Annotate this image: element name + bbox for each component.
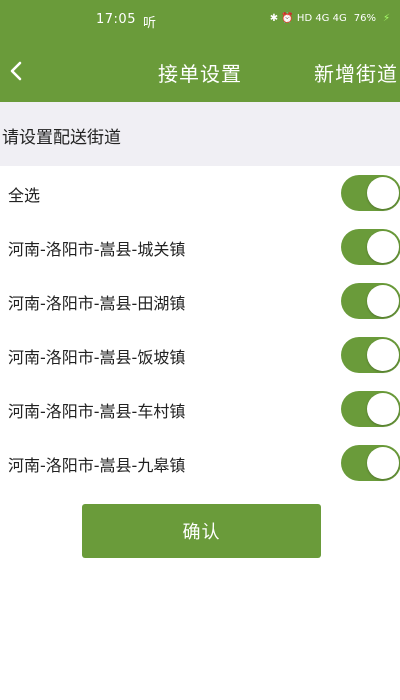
street-list: 全选 河南-洛阳市-嵩县-城关镇 河南-洛阳市-嵩县-田湖镇 河南-洛阳市-嵩县… bbox=[0, 166, 400, 490]
toggle-knob bbox=[367, 339, 399, 371]
toggle-knob bbox=[367, 447, 399, 479]
street-toggle[interactable] bbox=[341, 391, 400, 427]
toggle-knob bbox=[367, 393, 399, 425]
section-header-label: 请设置配送街道 bbox=[2, 128, 121, 148]
nav-bar: 接单设置 新增街道 bbox=[0, 42, 400, 102]
section-header: 请设置配送街道 bbox=[0, 102, 400, 166]
street-label: 河南-洛阳市-嵩县-饭坡镇 bbox=[8, 348, 186, 367]
select-all-row[interactable]: 全选 bbox=[0, 166, 400, 220]
add-street-button[interactable]: 新增街道 bbox=[314, 58, 398, 87]
toggle-knob bbox=[367, 177, 399, 209]
status-icons: ✱ ⏰ HD 4G 4G 76% ⚡ bbox=[270, 13, 390, 24]
signal-icons: ✱ ⏰ HD 4G 4G bbox=[269, 13, 347, 24]
street-row[interactable]: 河南-洛阳市-嵩县-车村镇 bbox=[0, 382, 400, 436]
select-all-toggle[interactable] bbox=[341, 175, 400, 211]
street-toggle[interactable] bbox=[341, 337, 400, 373]
status-bar: 17:05 听 ✱ ⏰ HD 4G 4G 76% ⚡ bbox=[0, 0, 400, 42]
select-all-label: 全选 bbox=[8, 186, 41, 205]
street-label: 河南-洛阳市-嵩县-城关镇 bbox=[8, 240, 186, 259]
street-label: 河南-洛阳市-嵩县-车村镇 bbox=[8, 402, 186, 421]
street-row[interactable]: 河南-洛阳市-嵩县-城关镇 bbox=[0, 220, 400, 274]
app-indicator: 听 bbox=[143, 16, 157, 31]
street-toggle[interactable] bbox=[341, 445, 400, 481]
charging-icon: ⚡ bbox=[382, 13, 390, 24]
street-toggle[interactable] bbox=[341, 283, 400, 319]
status-time: 17:05 bbox=[96, 12, 136, 27]
battery-level: 76% bbox=[353, 13, 376, 24]
street-toggle[interactable] bbox=[341, 229, 400, 265]
street-row[interactable]: 河南-洛阳市-嵩县-饭坡镇 bbox=[0, 328, 400, 382]
street-label: 河南-洛阳市-嵩县-九皋镇 bbox=[8, 456, 186, 475]
street-row[interactable]: 河南-洛阳市-嵩县-田湖镇 bbox=[0, 274, 400, 328]
toggle-knob bbox=[367, 231, 399, 263]
street-label: 河南-洛阳市-嵩县-田湖镇 bbox=[8, 294, 186, 313]
toggle-knob bbox=[367, 285, 399, 317]
confirm-button[interactable]: 确认 bbox=[82, 504, 321, 558]
street-row[interactable]: 河南-洛阳市-嵩县-九皋镇 bbox=[0, 436, 400, 490]
